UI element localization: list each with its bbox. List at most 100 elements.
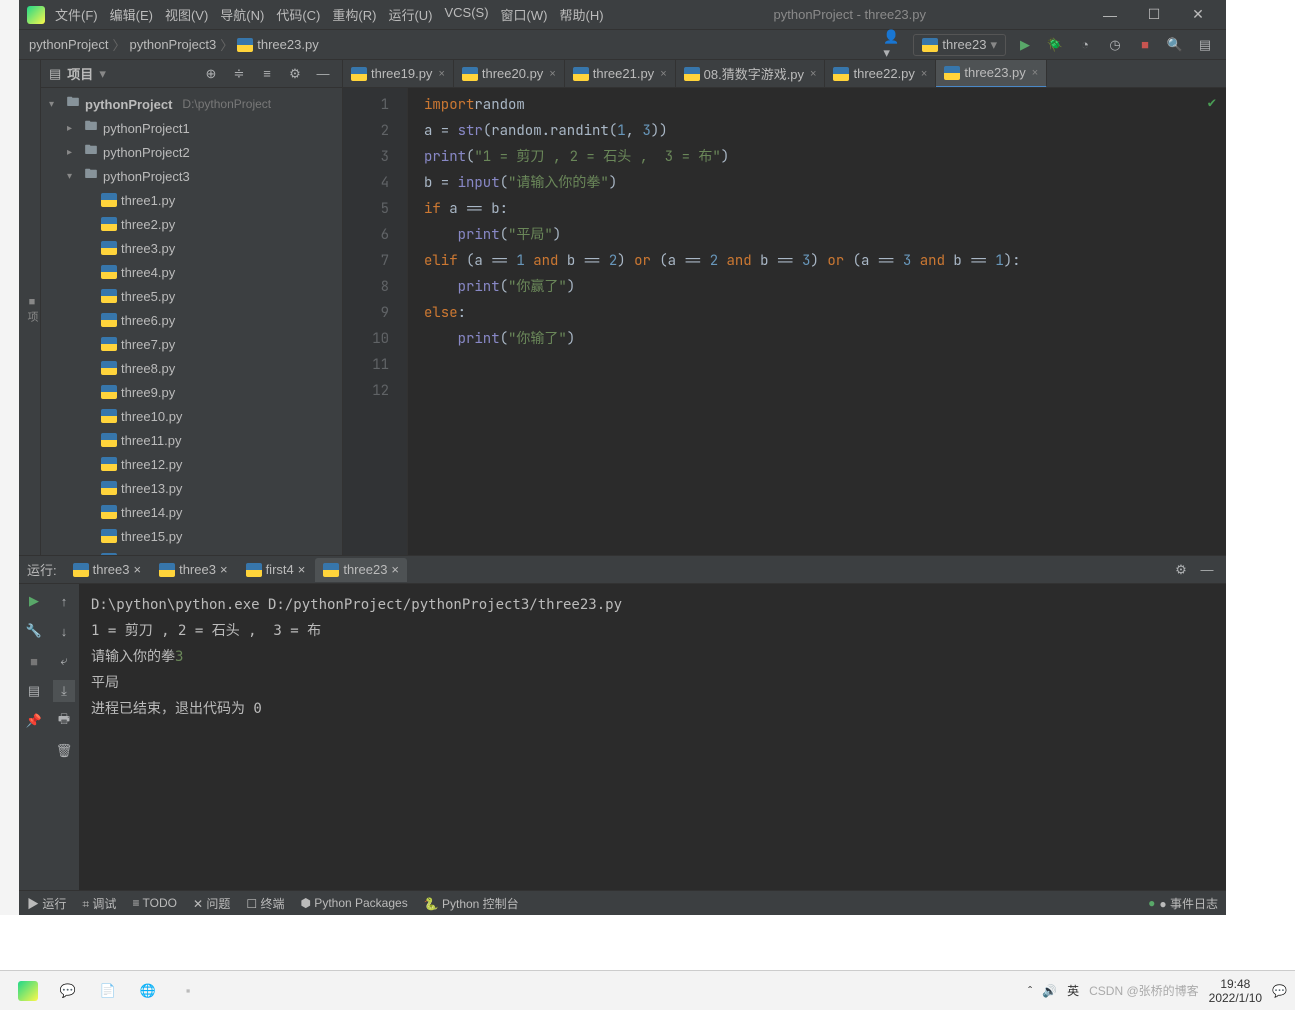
breadcrumb-item[interactable]: pythonProject3 [130,37,217,52]
tree-row[interactable]: three6.py [41,308,342,332]
tree-row[interactable]: three12.py [41,452,342,476]
statusbar-item[interactable]: 🐍 Python 控制台 [424,895,519,912]
windows-taskbar[interactable]: 💬 📄 🌐 ▪ ˆ 🔊 英 CSDN @张桥的博客 19:48 2022/1/1… [0,970,1295,1010]
notes-taskbar-icon[interactable]: 📄 [88,976,128,1006]
statusbar-item[interactable]: ⌗ 调试 [82,895,116,912]
close-tab-icon[interactable]: × [549,68,555,80]
chevron-up-icon[interactable]: ˆ [1028,984,1032,998]
breadcrumb-item[interactable]: pythonProject [29,37,109,52]
close-button[interactable]: ✕ [1178,6,1218,23]
editor-tab[interactable]: three22.py× [825,60,936,88]
taskbar-clock[interactable]: 19:48 2022/1/10 [1209,977,1262,1005]
close-tab-icon[interactable]: × [391,562,399,577]
tree-row[interactable]: ▸🖿pythonProject2 [41,140,342,164]
maximize-button[interactable]: ☐ [1134,6,1174,23]
tree-row[interactable]: three4.py [41,260,342,284]
tree-row[interactable]: three7.py [41,332,342,356]
project-tree[interactable]: ▾🖿pythonProjectD:\pythonProject▸🖿pythonP… [41,88,342,555]
run-tab[interactable]: three23× [315,558,407,582]
pin-button[interactable]: 📌 [23,710,45,732]
down-button[interactable]: ↓ [53,620,75,642]
ime-icon[interactable]: 英 [1067,982,1079,999]
pycharm-taskbar-icon[interactable] [8,976,48,1006]
tree-row[interactable]: three1.py [41,188,342,212]
search-everywhere-button[interactable]: 🔍 [1164,34,1186,56]
close-tab-icon[interactable]: × [660,68,666,80]
tree-row[interactable]: ▾🖿pythonProject3 [41,164,342,188]
profile-button[interactable]: ◷ [1104,34,1126,56]
menu-item[interactable]: 重构(R) [326,3,382,26]
expand-icon[interactable]: ≑ [228,63,250,85]
stop-button[interactable]: ■ [1134,34,1156,56]
editor-content[interactable]: importrandoma = str(random.randint(1, 3)… [408,88,1226,555]
gear-icon[interactable]: ⚙ [1170,559,1192,581]
tree-row[interactable]: three2.py [41,212,342,236]
statusbar-item[interactable]: ⬢ Python Packages [301,895,408,912]
console-output[interactable]: D:\python\python.exe D:/pythonProject/py… [79,584,1226,890]
editor-tab[interactable]: three21.py× [565,60,676,88]
run-tab[interactable]: three3× [151,558,235,582]
locate-icon[interactable]: ⊕ [200,63,222,85]
tree-row[interactable]: ▸🖿pythonProject1 [41,116,342,140]
tree-row[interactable]: three14.py [41,500,342,524]
system-tray[interactable]: ˆ 🔊 英 CSDN @张桥的博客 19:48 2022/1/10 💬 [1028,977,1287,1005]
tree-row[interactable]: three8.py [41,356,342,380]
tree-row[interactable]: three5.py [41,284,342,308]
ide-settings-icon[interactable]: ▤ [1194,34,1216,56]
clear-button[interactable]: 🗑 [53,740,75,762]
menu-item[interactable]: 窗口(W) [495,3,554,26]
print-button[interactable]: 🖶 [53,710,75,732]
soft-wrap-button[interactable]: ⤶ [53,650,75,672]
tree-row[interactable]: three9.py [41,380,342,404]
editor-tab[interactable]: three23.py× [936,60,1047,88]
breadcrumb-item[interactable]: three23.py [257,37,318,52]
close-tab-icon[interactable]: × [810,68,816,80]
minimize-button[interactable]: — [1090,7,1130,23]
menu-item[interactable]: 代码(C) [270,3,326,26]
breadcrumb[interactable]: pythonProject〉 pythonProject3〉 three23.p… [29,35,319,54]
debug-button[interactable]: 🪲 [1044,34,1066,56]
close-tab-icon[interactable]: × [298,562,306,577]
menu-item[interactable]: 帮助(H) [553,3,609,26]
run-configuration-selector[interactable]: three23 ▾ [913,34,1006,56]
tree-row[interactable]: three15.py [41,524,342,548]
close-tab-icon[interactable]: × [438,68,444,80]
menu-item[interactable]: 导航(N) [214,3,270,26]
menu-item[interactable]: 运行(U) [382,3,438,26]
statusbar-item[interactable]: ▶ 运行 [27,895,66,912]
rerun-button[interactable]: ▶ [23,590,45,612]
run-tab[interactable]: three3× [65,558,149,582]
menu-item[interactable]: 文件(F) [49,3,104,26]
collapse-icon[interactable]: ≡ [256,63,278,85]
run-button[interactable]: ▶ [1014,34,1036,56]
hide-icon[interactable]: — [1196,559,1218,581]
user-icon[interactable]: 👤▾ [883,34,905,56]
tree-row[interactable]: three3.py [41,236,342,260]
tree-row[interactable]: ▾🖿pythonProjectD:\pythonProject [41,92,342,116]
edit-config-button[interactable]: 🔧 [23,620,45,642]
tree-row[interactable]: three13.py [41,476,342,500]
menu-item[interactable]: 视图(V) [159,3,214,26]
up-button[interactable]: ↑ [53,590,75,612]
notifications-icon[interactable]: 💬 [1272,984,1287,998]
statusbar-item[interactable]: ≡ TODO [132,895,177,912]
left-tool-stripe[interactable]: ■ 项 [19,60,41,555]
close-tab-icon[interactable]: × [921,68,927,80]
tree-row[interactable]: three10.py [41,404,342,428]
run-tab[interactable]: first4× [238,558,314,582]
coverage-button[interactable]: ◔ [1074,34,1096,56]
edge-taskbar-icon[interactable]: 🌐 [128,976,168,1006]
tree-row[interactable]: three11.py [41,428,342,452]
menu-item[interactable]: 编辑(E) [104,3,159,26]
terminal-taskbar-icon[interactable]: ▪ [168,976,208,1006]
wechat-taskbar-icon[interactable]: 💬 [48,976,88,1006]
volume-icon[interactable]: 🔊 [1042,984,1057,998]
event-log-button[interactable]: ●● 事件日志 [1148,895,1218,912]
inspection-ok-icon[interactable]: ✔ [1208,94,1216,112]
editor-tab[interactable]: three19.py× [343,60,454,88]
hide-icon[interactable]: — [312,63,334,85]
gear-icon[interactable]: ⚙ [284,63,306,85]
menu-item[interactable]: VCS(S) [438,3,494,26]
close-tab-icon[interactable]: × [1032,67,1038,79]
scroll-to-end-button[interactable]: ⤓ [53,680,75,702]
